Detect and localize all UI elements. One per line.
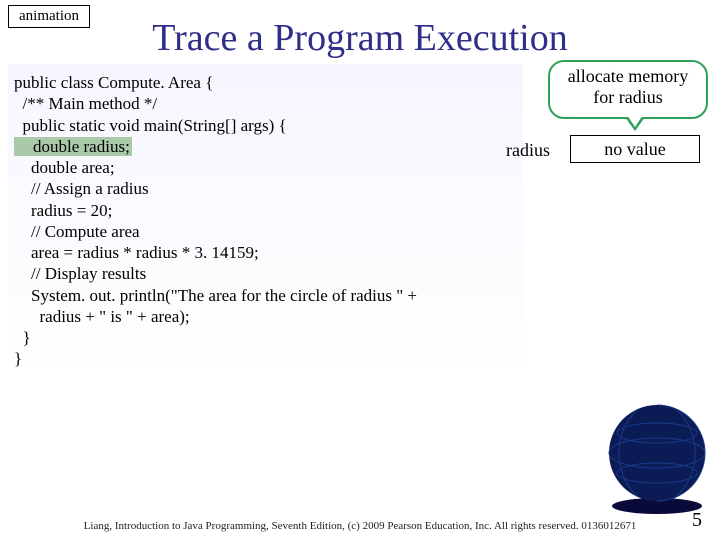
code-line: // Display results	[14, 263, 517, 284]
code-line: area = radius * radius * 3. 14159;	[14, 242, 517, 263]
code-line: radius + " is " + area);	[14, 306, 517, 327]
code-line: }	[14, 348, 517, 369]
code-line: radius = 20;	[14, 200, 517, 221]
code-line: System. out. println("The area for the c…	[14, 285, 517, 306]
memory-variable-label: radius	[506, 140, 550, 161]
code-line: // Assign a radius	[14, 178, 517, 199]
code-line-highlighted: double radius;	[14, 136, 517, 157]
slide-title: Trace a Program Execution	[0, 0, 720, 60]
callout-line: for radius	[556, 87, 700, 108]
code-block: public class Compute. Area { /** Main me…	[8, 64, 523, 378]
callout-line: allocate memory	[556, 66, 700, 87]
animation-label: animation	[8, 5, 90, 28]
callout-bubble: allocate memory for radius	[548, 60, 708, 119]
code-line: /** Main method */	[14, 93, 517, 114]
globe-icon	[602, 398, 712, 518]
code-line: }	[14, 327, 517, 348]
memory-value-box: no value	[570, 135, 700, 163]
code-line: // Compute area	[14, 221, 517, 242]
footer-citation: Liang, Introduction to Java Programming,…	[0, 520, 720, 532]
page-number: 5	[692, 509, 702, 532]
code-line: public static void main(String[] args) {	[14, 115, 517, 136]
code-line: public class Compute. Area {	[14, 72, 517, 93]
code-line: double area;	[14, 157, 517, 178]
